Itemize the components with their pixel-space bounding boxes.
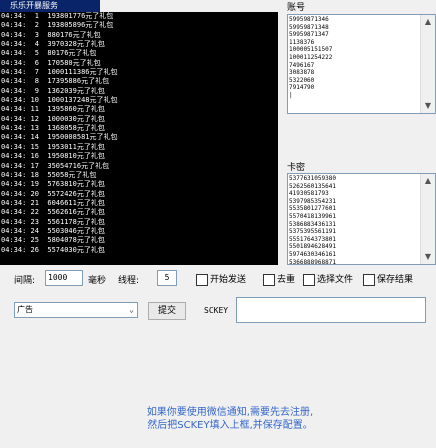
account-item: 100005151507 bbox=[289, 46, 333, 54]
notice-line-1: 如果你要使用微信通知,需要先去注册, bbox=[146, 407, 314, 418]
start-checkbox[interactable]: 开始发送 bbox=[196, 272, 246, 286]
scroll-up-icon[interactable]: ▲ bbox=[421, 15, 435, 29]
type-select[interactable]: 广告 ⌄ bbox=[14, 302, 138, 318]
log-line: 04:34: 26 5574030元了礼包 bbox=[1, 245, 105, 254]
notice-line-2: 然后把SCKEY填入上框,并保存配置。 bbox=[147, 420, 313, 431]
log-line: 04:34: 21 6046611元了礼包 bbox=[1, 198, 105, 207]
account-item: | bbox=[289, 91, 293, 99]
code-item: 5397985354231 bbox=[289, 197, 336, 205]
checkbox-icon bbox=[303, 273, 315, 286]
code-item: 5551764373801 bbox=[289, 235, 336, 243]
save-checkbox[interactable]: 保存结果 bbox=[363, 272, 413, 286]
account-item: 59959871348 bbox=[289, 23, 329, 31]
code-item: 41930581793 bbox=[289, 190, 329, 198]
log-line: 04:34: 16 1950810元了礼包 bbox=[1, 152, 105, 161]
notice-text: 如果你要使用微信通知,需要先去注册, 然后把SCKEY填入上框,并保存配置。 bbox=[110, 406, 350, 432]
window-title: 乐乐开暴服务 bbox=[10, 1, 58, 10]
interval-unit: 毫秒 bbox=[88, 276, 107, 286]
code-item: 5535801277601 bbox=[289, 205, 336, 213]
scroll-down-icon[interactable]: ▼ bbox=[421, 99, 435, 113]
submit-button[interactable]: 提交 bbox=[148, 302, 186, 320]
code-item: 5375395561191 bbox=[289, 228, 336, 236]
scroll-up-icon[interactable]: ▲ bbox=[421, 174, 435, 188]
code-item: 5377631059380 bbox=[289, 175, 336, 182]
account-item: 7914790 bbox=[289, 84, 315, 92]
log-line: 04:34: 23 5561178元了礼包 bbox=[1, 217, 105, 226]
file-checkbox[interactable]: 选择文件 bbox=[303, 272, 353, 286]
threads-label: 线程: bbox=[118, 276, 140, 286]
code-item: 5501894628491 bbox=[289, 243, 336, 251]
log-line: 04:34: 12 1000030元了礼包 bbox=[1, 114, 105, 123]
code-item: 5570418139961 bbox=[289, 212, 336, 220]
log-line: 04:34: 5 80176元了礼包 bbox=[1, 49, 97, 58]
right-panel: 账号 59959871346 59959871348 59959871347 1138… bbox=[281, 0, 436, 266]
interval-input[interactable]: 1000 bbox=[45, 270, 83, 286]
account-list-text: 59959871346 59959871348 59959871347 1138376… bbox=[289, 16, 421, 100]
code-list-text: 5377631059380 5262560135641 41930581793 539… bbox=[289, 175, 421, 266]
panel1-label: 账号 bbox=[287, 3, 306, 13]
log-line: 04:34: 24 5503046元了礼包 bbox=[1, 226, 105, 235]
log-line: 04:34: 22 5562616元了礼包 bbox=[1, 208, 105, 217]
code-item: 5386883436131 bbox=[289, 220, 336, 228]
title-bar: 乐乐开暴服务 bbox=[0, 0, 100, 12]
account-item: 1138376 bbox=[289, 38, 315, 46]
log-line: 04:34: 2 193805896元了礼包 bbox=[1, 21, 114, 30]
log-line: 04:34: 15 1953011元了礼包 bbox=[1, 142, 105, 151]
sckey-input[interactable] bbox=[236, 297, 426, 323]
account-scrollbar[interactable]: ▲ ▼ bbox=[420, 15, 435, 113]
log-line: 04:34: 4 3970328元了礼包 bbox=[1, 40, 105, 49]
log-line: 04:34: 19 5763810元了礼包 bbox=[1, 180, 105, 189]
code-listbox[interactable]: 5377631059380 5262560135641 41930581793 539… bbox=[287, 173, 436, 266]
account-item: 5322060 bbox=[289, 76, 315, 84]
log-line: 04:34: 11 1395860元了礼包 bbox=[1, 105, 105, 114]
scroll-down-icon[interactable]: ▼ bbox=[421, 250, 435, 264]
checkbox-icon bbox=[263, 273, 275, 286]
account-item: 100011254222 bbox=[289, 53, 333, 61]
log-line: 04:34: 7 1000111386元了礼包 bbox=[1, 68, 118, 77]
code-scrollbar[interactable]: ▲ ▼ bbox=[420, 174, 435, 264]
dedupe-checkbox[interactable]: 去重 bbox=[263, 272, 295, 286]
account-item: 59959871346 bbox=[289, 16, 329, 23]
log-line: 04:34: 8 17395886元了礼包 bbox=[1, 77, 110, 86]
code-item: 5974630346161 bbox=[289, 250, 336, 258]
account-item: 59959871347 bbox=[289, 31, 329, 39]
log-line: 04:34: 17 35054716元了礼包 bbox=[1, 161, 110, 170]
log-line: 04:34: 6 170580元了礼包 bbox=[1, 58, 101, 67]
log-line: 04:34: 25 5804078元了礼包 bbox=[1, 236, 105, 245]
log-line: 04:34: 18 55058元了礼包 bbox=[1, 170, 97, 179]
log-line: 04:34: 14 1950008581元了礼包 bbox=[1, 133, 118, 142]
account-item: 7496167 bbox=[289, 61, 315, 69]
log-line: 04:34: 1 193801776元了礼包 bbox=[1, 12, 114, 20]
log-console: 04:34: 1 193801776元了礼包 04:34: 2 193805896… bbox=[0, 12, 278, 265]
interval-label: 间隔: bbox=[14, 276, 36, 286]
sckey-label: SCKEY bbox=[204, 306, 229, 315]
log-line: 04:34: 9 1362039元了礼包 bbox=[1, 86, 105, 95]
chevron-down-icon: ⌄ bbox=[129, 305, 134, 314]
log-line: 04:34: 20 5572426元了礼包 bbox=[1, 189, 105, 198]
account-listbox[interactable]: 59959871346 59959871348 59959871347 1138376… bbox=[287, 14, 436, 114]
threads-input[interactable]: 5 bbox=[157, 270, 177, 286]
code-item: 5262560135641 bbox=[289, 182, 336, 190]
checkbox-icon bbox=[196, 273, 208, 286]
checkbox-icon bbox=[363, 273, 375, 286]
account-item: 3083878 bbox=[289, 69, 315, 77]
log-line: 04:34: 3 880176元了礼包 bbox=[1, 30, 101, 39]
code-item: 5366888968871 bbox=[289, 258, 336, 266]
